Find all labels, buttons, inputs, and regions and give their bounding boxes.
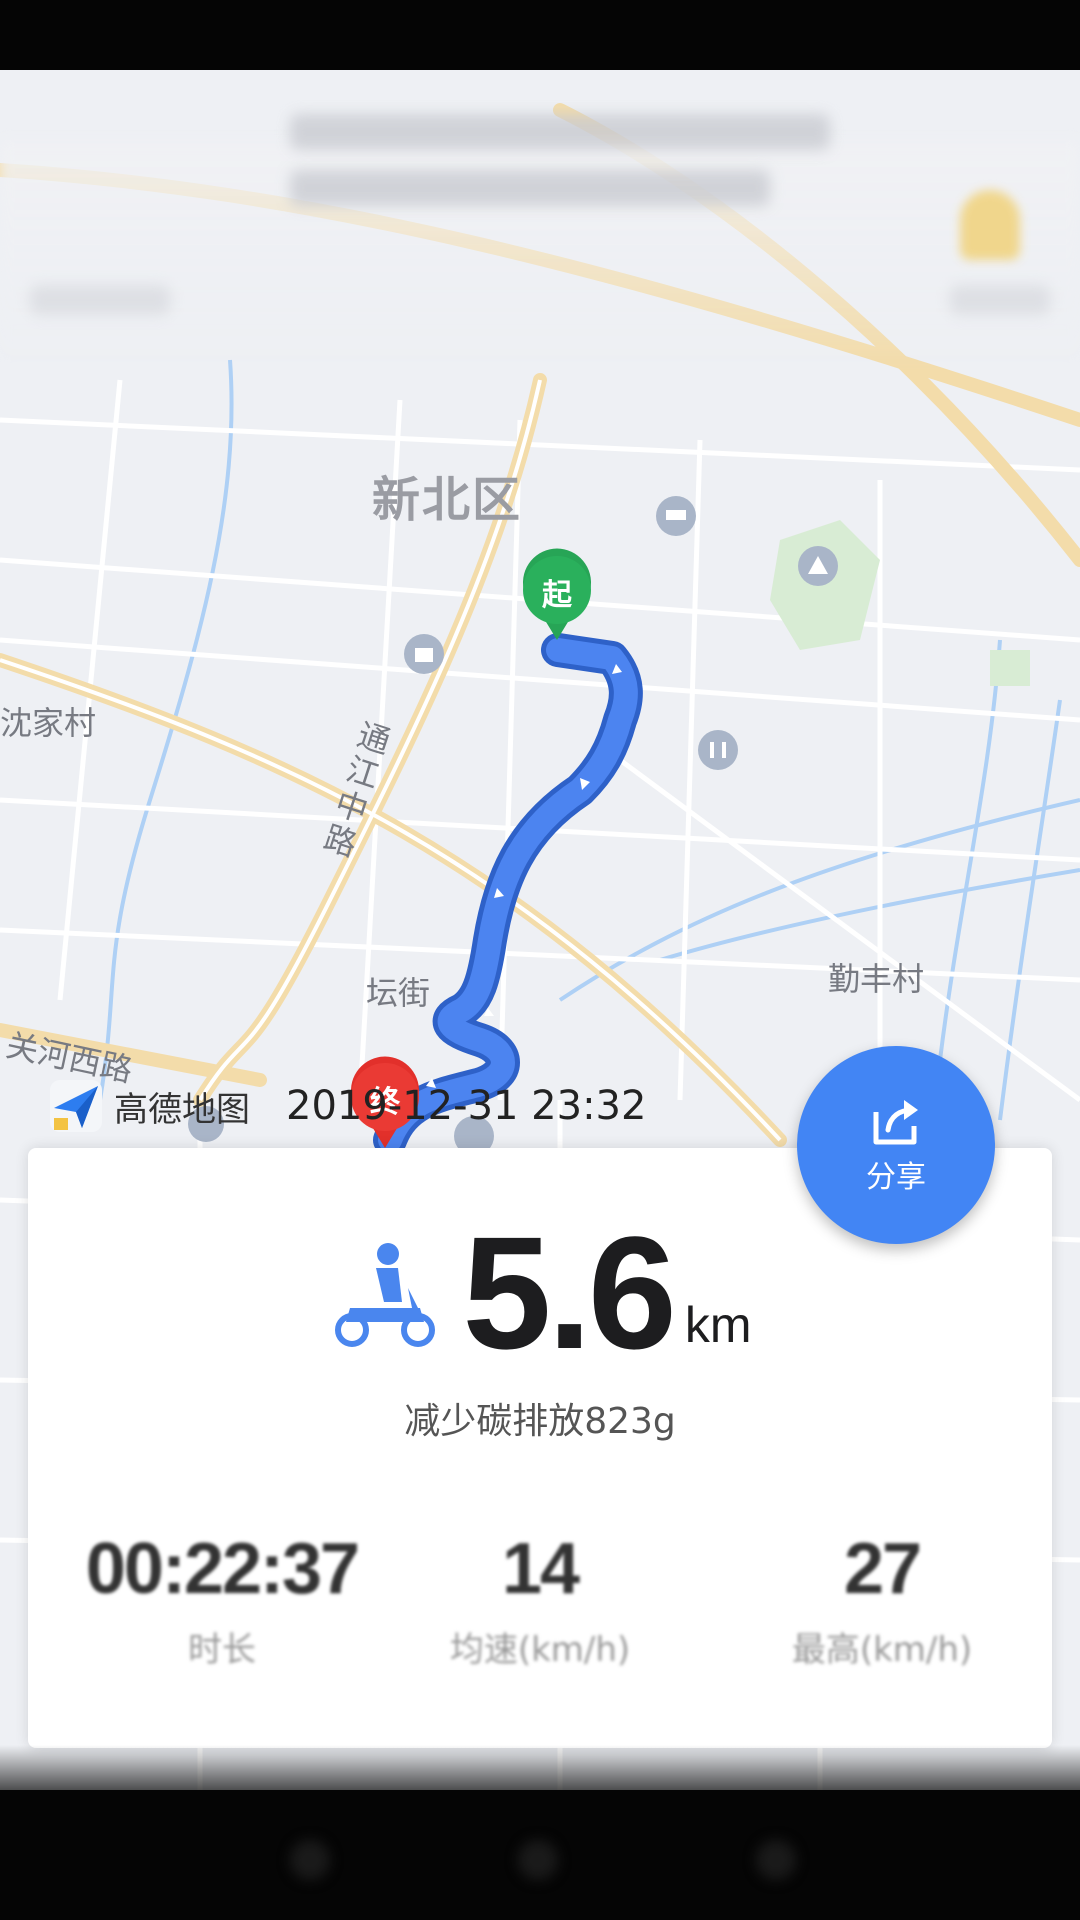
poi-shopping-icon[interactable] — [404, 634, 444, 674]
stat-label: 最高(km/h) — [791, 1630, 973, 1670]
share-icon — [873, 1100, 918, 1145]
nav-recents-icon[interactable] — [756, 1840, 796, 1880]
stat-duration: 00:22:37 时长 — [72, 1528, 372, 1671]
blurred-map-label — [30, 285, 170, 315]
status-bar — [0, 0, 1080, 70]
start-marker-label: 起 — [542, 578, 572, 613]
electric-scooter-icon — [335, 1243, 436, 1347]
nav-back-icon[interactable] — [290, 1840, 330, 1880]
district-label: 新北区 — [372, 472, 523, 528]
poi-landmark-icon[interactable] — [798, 546, 838, 586]
share-label: 分享 — [866, 1160, 926, 1195]
map-label-village-right: 勤丰村 — [828, 960, 925, 998]
blurred-map-label — [950, 285, 1050, 315]
stat-value: 00:22:37 — [85, 1529, 360, 1609]
nav-home-icon[interactable] — [518, 1840, 558, 1880]
distance-value: 5.6 — [462, 1203, 676, 1382]
bell-icon[interactable] — [960, 190, 1020, 260]
stat-value: 27 — [843, 1529, 922, 1609]
stat-max-speed: 27 最高(km/h) — [732, 1528, 1032, 1671]
amap-logo-icon — [50, 1080, 102, 1132]
amap-brand: 高德地图 — [114, 1089, 250, 1130]
share-button[interactable]: 分享 — [797, 1046, 995, 1244]
map-label-street: 坛街 — [366, 974, 431, 1012]
stat-value: 14 — [501, 1529, 580, 1609]
carbon-saving-text: 减少碳排放823g — [404, 1401, 676, 1442]
stat-label: 均速(km/h) — [449, 1630, 631, 1670]
stat-average-speed: 14 均速(km/h) — [390, 1528, 690, 1671]
distance-unit: km — [684, 1297, 752, 1353]
blurred-banner-line — [290, 170, 770, 206]
stat-label: 时长 — [188, 1630, 256, 1670]
amap-watermark: 高德地图 2019-12-31 23:32 — [48, 1078, 646, 1134]
map-label-village-left: 沈家村 — [0, 704, 97, 742]
blurred-banner-line — [290, 114, 830, 150]
poi-hotel-icon[interactable] — [656, 496, 696, 536]
trip-timestamp: 2019-12-31 23:32 — [286, 1083, 647, 1129]
poi-bank-icon[interactable] — [698, 730, 738, 770]
